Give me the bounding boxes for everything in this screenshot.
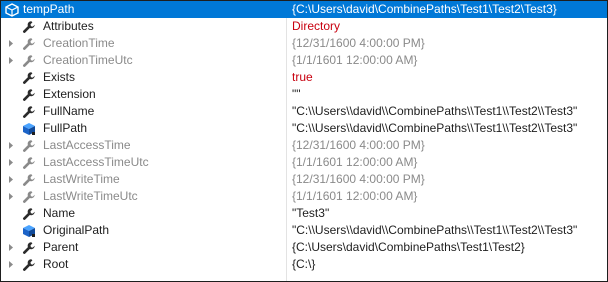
- variable-tree: tempPath {C:\Users\david\CombinePaths\Te…: [1, 1, 607, 273]
- expand-arrow-icon[interactable]: [7, 171, 15, 188]
- wrench-icon: [22, 190, 36, 204]
- variable-value[interactable]: {1/1/1601 12:00:00 AM}: [292, 52, 417, 69]
- tree-row-creationtimeutc[interactable]: CreationTimeUtc {1/1/1601 12:00:00 AM}: [1, 52, 607, 69]
- variable-name: LastWriteTime: [43, 172, 120, 186]
- tree-row-fullname[interactable]: FullName "C:\\Users\\david\\CombinePaths\…: [1, 103, 607, 120]
- variable-name: LastAccessTimeUtc: [43, 155, 149, 169]
- tree-row-extension[interactable]: Extension "": [1, 86, 607, 103]
- object-icon: [5, 3, 19, 17]
- variable-value[interactable]: "": [292, 86, 301, 103]
- variable-name: Name: [43, 206, 76, 220]
- wrench-icon: [22, 71, 36, 85]
- variable-name: FullPath: [43, 121, 88, 135]
- variable-value[interactable]: Directory: [292, 18, 340, 35]
- wrench-icon: [22, 139, 36, 153]
- expand-arrow-icon[interactable]: [7, 137, 15, 154]
- wrench-icon: [22, 173, 36, 187]
- wrench-icon: [22, 88, 36, 102]
- variable-name: Extension: [43, 87, 96, 101]
- wrench-icon: [22, 207, 36, 221]
- variable-value[interactable]: {12/31/1600 4:00:00 PM}: [292, 137, 425, 154]
- variable-name: Exists: [43, 70, 76, 84]
- variable-value[interactable]: "Test3": [292, 205, 329, 222]
- wrench-icon: [22, 54, 36, 68]
- wrench-icon: [22, 20, 36, 34]
- locals-window: tempPath {C:\Users\david\CombinePaths\Te…: [0, 0, 608, 282]
- expand-arrow-icon[interactable]: [7, 154, 15, 171]
- tree-row-lastwritetimeutc[interactable]: LastWriteTimeUtc {1/1/1601 12:00:00 AM}: [1, 188, 607, 205]
- wrench-icon: [22, 156, 36, 170]
- tree-row-lastwritetime[interactable]: LastWriteTime {12/31/1600 4:00:00 PM}: [1, 171, 607, 188]
- wrench-icon: [22, 241, 36, 255]
- variable-name: Root: [43, 257, 69, 271]
- variable-value[interactable]: {C:\}: [292, 256, 315, 273]
- variable-value[interactable]: {C:\Users\david\CombinePaths\Test1\Test2…: [292, 1, 557, 18]
- variable-name: OriginalPath: [43, 223, 110, 237]
- variable-name: FullName: [43, 104, 95, 118]
- variable-value[interactable]: true: [292, 69, 313, 86]
- tree-row-lastaccesstimeutc[interactable]: LastAccessTimeUtc {1/1/1601 12:00:00 AM}: [1, 154, 607, 171]
- variable-name: LastAccessTime: [43, 138, 131, 152]
- wrench-icon: [22, 258, 36, 272]
- field-icon: [22, 224, 36, 238]
- field-icon: [22, 122, 36, 136]
- variable-name: Attributes: [43, 19, 94, 33]
- tree-row-originalpath[interactable]: OriginalPath "C:\\Users\\david\\CombinePa…: [1, 222, 607, 239]
- expand-arrow-icon[interactable]: [7, 35, 15, 52]
- variable-name: tempPath: [23, 2, 75, 16]
- expand-arrow-icon[interactable]: [7, 256, 15, 273]
- variable-value[interactable]: {12/31/1600 4:00:00 PM}: [292, 35, 425, 52]
- expand-arrow-icon[interactable]: [7, 52, 15, 69]
- tree-row-parent[interactable]: Parent {C:\Users\david\CombinePaths\Test1…: [1, 239, 607, 256]
- tree-row-root[interactable]: tempPath {C:\Users\david\CombinePaths\Te…: [1, 1, 607, 18]
- tree-row-root[interactable]: Root {C:\}: [1, 256, 607, 273]
- expand-arrow-icon[interactable]: [7, 188, 15, 205]
- tree-row-exists[interactable]: Exists true: [1, 69, 607, 86]
- tree-row-name[interactable]: Name "Test3": [1, 205, 607, 222]
- variable-value[interactable]: "C:\\Users\\david\\CombinePaths\\Test1\\…: [292, 120, 577, 137]
- variable-name: LastWriteTimeUtc: [43, 189, 138, 203]
- variable-value[interactable]: {1/1/1601 12:00:00 AM}: [292, 154, 417, 171]
- variable-value[interactable]: {1/1/1601 12:00:00 AM}: [292, 188, 417, 205]
- variable-name: Parent: [43, 240, 79, 254]
- variable-value[interactable]: {12/31/1600 4:00:00 PM}: [292, 171, 425, 188]
- tree-row-creationtime[interactable]: CreationTime {12/31/1600 4:00:00 PM}: [1, 35, 607, 52]
- variable-value[interactable]: {C:\Users\david\CombinePaths\Test1\Test2…: [292, 239, 525, 256]
- variable-value[interactable]: "C:\\Users\\david\\CombinePaths\\Test1\\…: [292, 103, 577, 120]
- variable-name: CreationTimeUtc: [43, 53, 133, 67]
- variable-value[interactable]: "C:\\Users\\david\\CombinePaths\\Test1\\…: [292, 222, 577, 239]
- expand-arrow-icon[interactable]: [7, 239, 15, 256]
- tree-row-fullpath[interactable]: FullPath "C:\\Users\\david\\CombinePaths\…: [1, 120, 607, 137]
- variable-name: CreationTime: [43, 36, 115, 50]
- wrench-icon: [22, 37, 36, 51]
- tree-row-lastaccesstime[interactable]: LastAccessTime {12/31/1600 4:00:00 PM}: [1, 137, 607, 154]
- wrench-icon: [22, 105, 36, 119]
- tree-row-attributes[interactable]: Attributes Directory: [1, 18, 607, 35]
